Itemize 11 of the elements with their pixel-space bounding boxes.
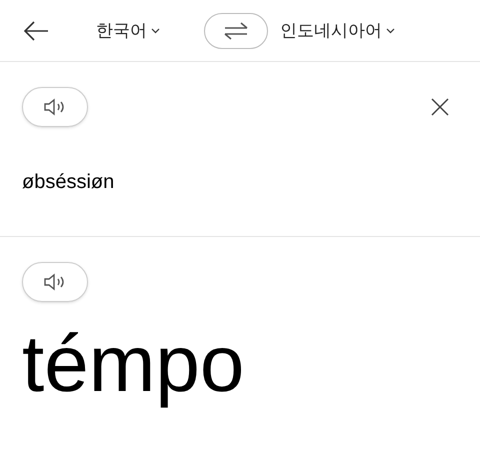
chevron-down-icon [151,28,160,34]
speaker-button[interactable] [22,262,88,302]
swap-arrows-icon [223,22,249,40]
target-language-dropdown[interactable]: 인도네시아어 [280,18,395,44]
swap-languages-button[interactable] [204,12,268,48]
back-arrow-icon [23,20,49,40]
close-icon [431,98,449,116]
speaker-button[interactable] [22,87,88,127]
chevron-down-icon [386,28,395,34]
source-language-dropdown[interactable]: 한국어 [96,18,160,44]
source-text: øbséssiøn [22,170,114,195]
